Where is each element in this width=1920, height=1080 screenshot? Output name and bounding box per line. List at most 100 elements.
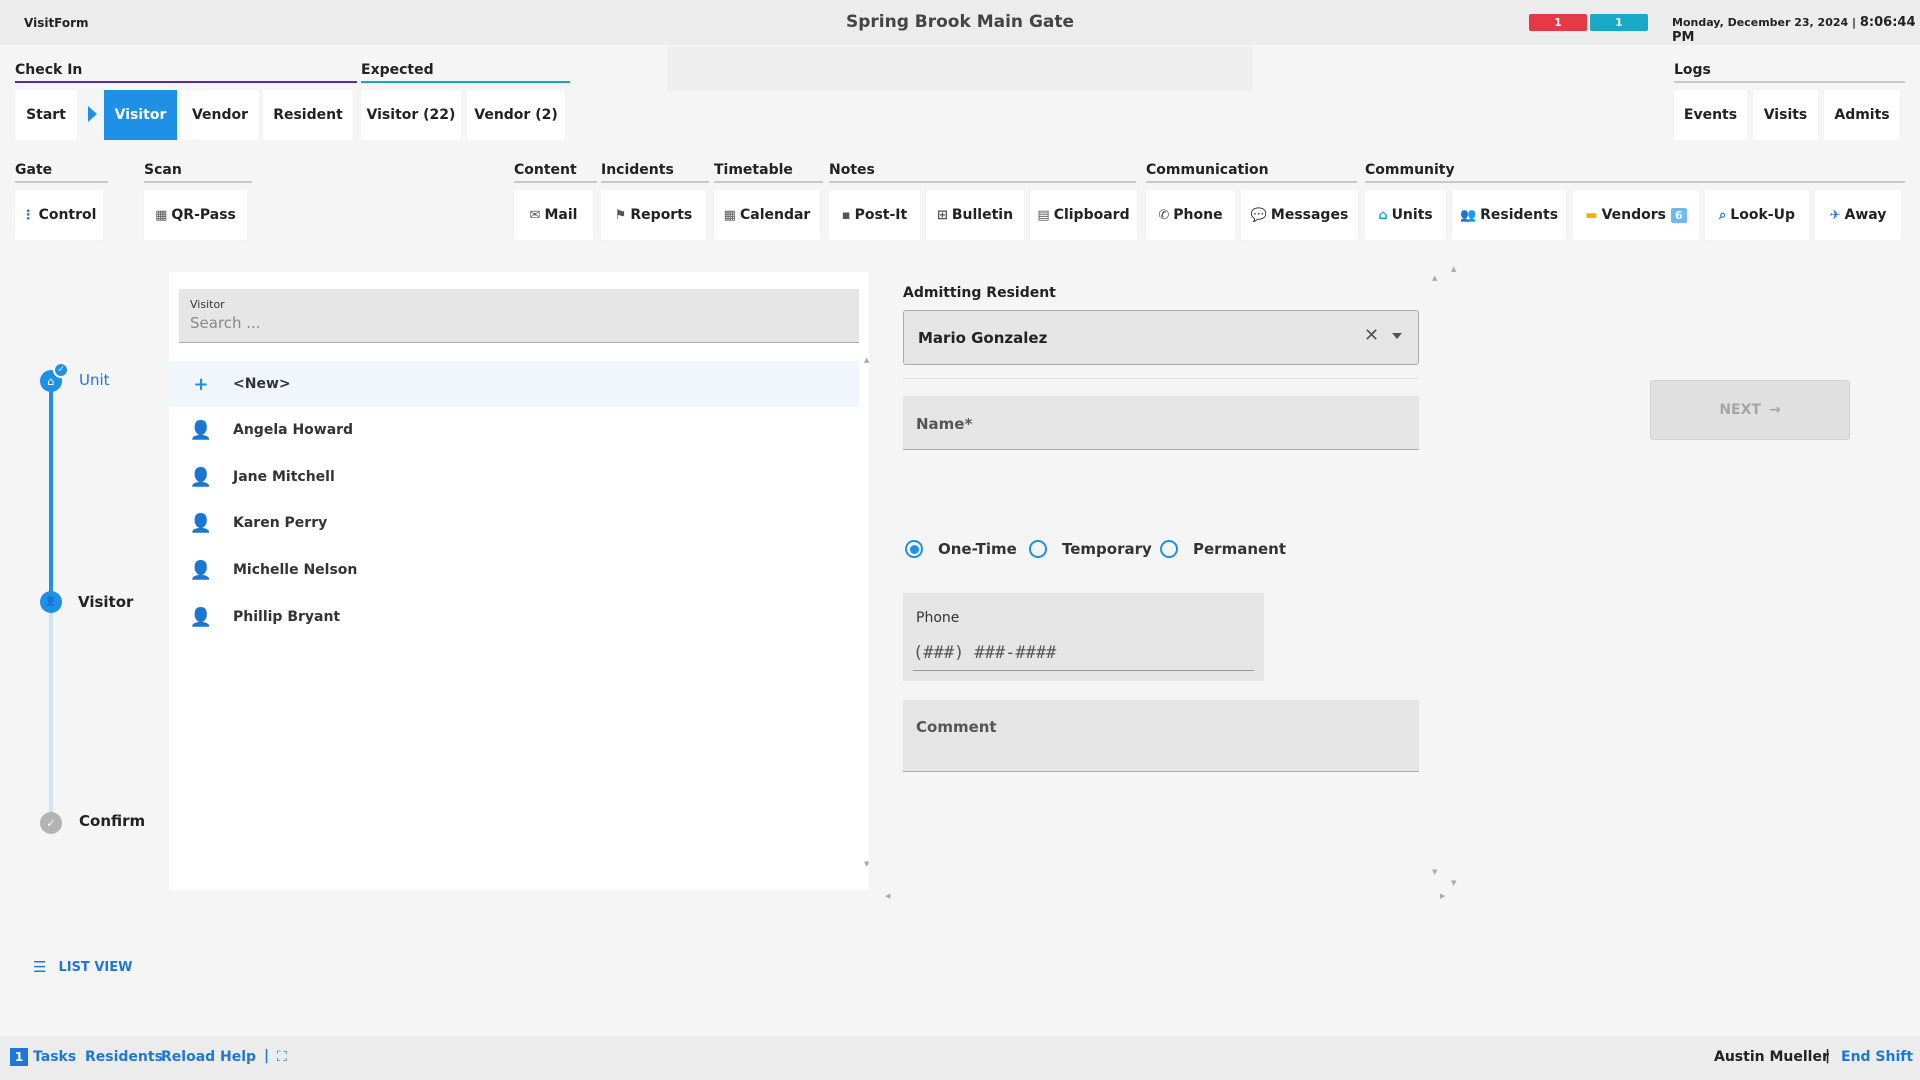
post-it-label: Post-It — [854, 207, 908, 223]
tab-vendor[interactable]: Vendor — [181, 90, 259, 140]
bulletin-icon: ⊞ — [936, 207, 948, 223]
community-underline — [1365, 181, 1905, 183]
step-unit-label[interactable]: Unit — [79, 371, 110, 389]
tab-resident[interactable]: Resident — [263, 90, 353, 140]
vendors-button[interactable]: ▬ Vendors 6 — [1573, 190, 1699, 240]
visitor-search-input[interactable] — [190, 314, 840, 332]
comment-field[interactable]: Comment — [903, 700, 1419, 772]
tab-admits[interactable]: Admits — [1824, 90, 1900, 140]
visitor-name: Michelle Nelson — [233, 562, 358, 578]
clipboard-button[interactable]: ▤ Clipboard — [1030, 190, 1137, 240]
plane-icon: ✈ — [1829, 207, 1841, 223]
section-expected: Expected — [361, 62, 434, 78]
visitor-name: Karen Perry — [233, 515, 328, 531]
step-visitor-person-icon: 👤 — [40, 591, 62, 613]
vendors-label: Vendors — [1601, 207, 1667, 223]
list-item[interactable]: 👤 Michelle Nelson — [169, 547, 859, 593]
tab-visits[interactable]: Visits — [1753, 90, 1818, 140]
fullscreen-icon[interactable]: ⛶ — [277, 1049, 287, 1065]
next-label: NEXT — [1719, 402, 1761, 418]
person-icon: 👤 — [189, 559, 213, 581]
phone-field-label: Phone — [916, 610, 960, 626]
visitor-search-field[interactable]: Visitor — [179, 289, 859, 343]
mail-icon: ✉ — [529, 207, 541, 223]
qr-pass-button[interactable]: ▦ QR-Pass — [144, 190, 247, 240]
name-field[interactable]: Name* — [903, 396, 1419, 450]
end-shift-link[interactable]: End Shift — [1841, 1049, 1913, 1065]
radio-circle-selected[interactable] — [905, 540, 923, 558]
residents-button[interactable]: 👥 Residents — [1452, 190, 1566, 240]
list-item[interactable]: 👤 Jane Mitchell — [169, 454, 859, 500]
alert-badge-red[interactable]: 1 — [1529, 14, 1587, 31]
tab-start[interactable]: Start — [15, 90, 77, 140]
chevron-down-icon[interactable] — [1392, 333, 1402, 339]
clipboard-icon: ▤ — [1037, 207, 1050, 223]
mail-button[interactable]: ✉ Mail — [514, 190, 593, 240]
admitting-resident-select[interactable]: Mario Gonzalez ✕ — [903, 310, 1419, 365]
list-view-button[interactable]: ☰ LIST VIEW — [33, 958, 132, 976]
section-community: Community — [1365, 162, 1455, 178]
bulletin-button[interactable]: ⊞ Bulletin — [926, 190, 1024, 240]
away-button[interactable]: ✈ Away — [1815, 190, 1901, 240]
units-button[interactable]: ⌂ Units — [1365, 190, 1446, 240]
reports-icon: ⚑ — [614, 207, 627, 223]
communication-underline — [1146, 181, 1357, 183]
list-scroll-down-icon[interactable]: ▼ — [864, 860, 869, 868]
incidents-underline — [601, 181, 709, 183]
resize-up-icon: ▲ — [1451, 265, 1457, 273]
radio-temporary[interactable]: Temporary — [1029, 540, 1152, 558]
section-gate: Gate — [15, 162, 53, 178]
step-confirm-check-icon: ✓ — [40, 812, 62, 834]
phone-button[interactable]: ✆ Phone — [1146, 190, 1235, 240]
footer-separator: | — [1825, 1048, 1831, 1064]
list-scroll-up-icon[interactable]: ▲ — [864, 356, 869, 364]
phone-field[interactable]: Phone (###) ###-#### — [903, 593, 1264, 681]
clear-icon[interactable]: ✕ — [1364, 325, 1379, 346]
list-item-new[interactable]: + <New> — [169, 361, 859, 407]
tab-expected-vendor[interactable]: Vendor (2) — [467, 90, 565, 140]
phone-input-mask[interactable]: (###) ###-#### — [913, 643, 1056, 663]
visitor-name: Jane Mitchell — [233, 469, 335, 485]
residents-icon: 👥 — [1459, 207, 1477, 223]
list-item[interactable]: 👤 Phillip Bryant — [169, 594, 859, 640]
visitor-name: Phillip Bryant — [233, 609, 341, 625]
messages-icon: 💬 — [1250, 207, 1267, 223]
post-it-button[interactable]: ▪ Post-It — [829, 190, 920, 240]
control-button[interactable]: ⋮ Control — [15, 190, 103, 240]
logs-underline — [1674, 81, 1905, 83]
section-content: Content — [514, 162, 577, 178]
tab-events[interactable]: Events — [1674, 90, 1747, 140]
list-item-new-label: <New> — [233, 376, 291, 392]
reload-link[interactable]: Reload — [161, 1049, 215, 1065]
phone-icon: ✆ — [1158, 207, 1170, 223]
list-item[interactable]: 👤 Angela Howard — [169, 407, 859, 453]
bulletin-label: Bulletin — [951, 207, 1014, 223]
radio-one-time[interactable]: One-Time — [905, 540, 1017, 558]
calendar-button[interactable]: ▦ Calendar — [714, 190, 820, 240]
next-button[interactable]: NEXT → — [1650, 380, 1850, 440]
date-text: Monday, December 23, 2024 — [1672, 16, 1849, 29]
admitting-resident-value: Mario Gonzalez — [918, 329, 1048, 347]
stepper-progress-line — [49, 380, 53, 602]
radio-permanent-label: Permanent — [1193, 540, 1287, 558]
radio-permanent[interactable]: Permanent — [1160, 540, 1286, 558]
visitor-search-label: Visitor — [190, 298, 225, 311]
residents-label: Residents — [1480, 207, 1559, 223]
look-up-button[interactable]: ⌕ Look-Up — [1705, 190, 1809, 240]
phone-underline — [913, 670, 1254, 671]
messages-button[interactable]: 💬 Messages — [1241, 190, 1358, 240]
reports-button[interactable]: ⚑ Reports — [601, 190, 706, 240]
control-icon: ⋮ — [21, 207, 35, 223]
radio-circle[interactable] — [1029, 540, 1047, 558]
help-link[interactable]: Help — [220, 1049, 256, 1065]
task-count-badge[interactable]: 1 — [10, 1048, 28, 1066]
alert-badge-teal[interactable]: 1 — [1590, 14, 1648, 31]
tab-expected-visitor[interactable]: Visitor (22) — [361, 90, 461, 140]
date-separator: | — [1852, 16, 1857, 29]
residents-link[interactable]: Residents — [85, 1049, 163, 1065]
add-icon: + — [193, 373, 209, 395]
tasks-link[interactable]: Tasks — [33, 1049, 76, 1065]
radio-circle[interactable] — [1160, 540, 1178, 558]
list-item[interactable]: 👤 Karen Perry — [169, 500, 859, 546]
tab-visitor[interactable]: Visitor — [104, 90, 177, 140]
